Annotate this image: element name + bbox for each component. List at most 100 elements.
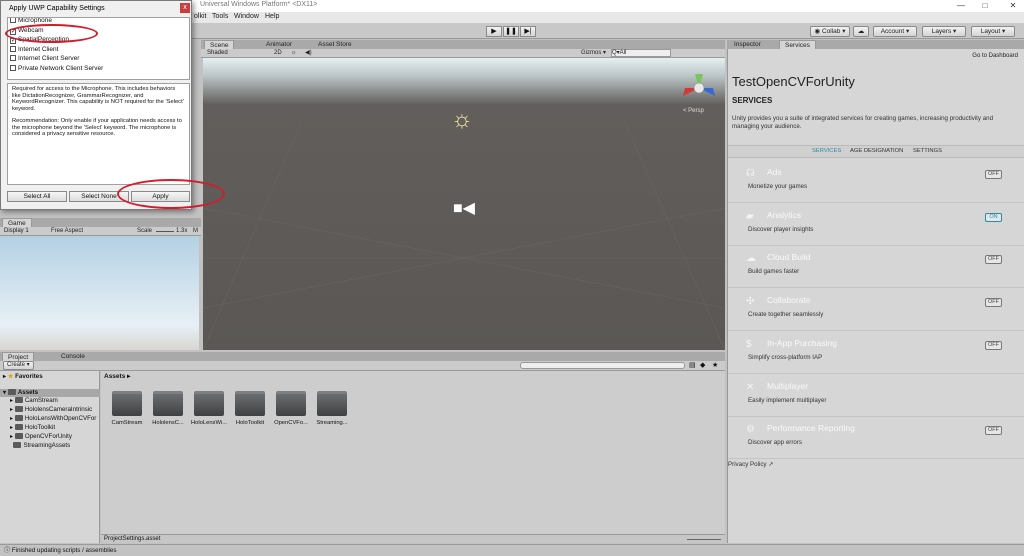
service-toggle[interactable]: OFF	[985, 170, 1002, 179]
asset-folder[interactable]: HoloLensWi...	[190, 391, 228, 426]
tab-game[interactable]: Game	[2, 218, 32, 227]
2d-toggle[interactable]: 2D	[274, 49, 282, 58]
capability-item[interactable]: Internet Client Server	[10, 54, 79, 63]
capability-label: Private Network Client Server	[18, 64, 104, 72]
service-row[interactable]: ☁ Cloud Build Build games faster OFF	[728, 246, 1024, 289]
tab-services[interactable]: Services	[779, 40, 816, 49]
favorites-item[interactable]: ▸ ★ Favorites	[3, 373, 43, 381]
display-dropdown[interactable]: Display 1	[4, 227, 29, 236]
game-viewport[interactable]	[0, 236, 199, 350]
tab-scene[interactable]: Scene	[204, 40, 235, 49]
service-description: Easily implement multiplayer	[748, 396, 827, 404]
scale-slider[interactable]	[156, 231, 174, 232]
aspect-dropdown[interactable]: Free Aspect	[51, 227, 83, 236]
label-icon[interactable]: ◆	[700, 361, 705, 369]
folder-icon	[13, 442, 22, 448]
service-row[interactable]: ⚙ Performance Reporting Discover app error…	[728, 417, 1024, 460]
service-icon: ✣	[746, 296, 755, 308]
service-toggle[interactable]: OFF	[985, 426, 1002, 436]
service-toggle[interactable]: ON	[985, 212, 1002, 222]
checkbox-icon[interactable]	[10, 45, 16, 52]
maximize-button[interactable]: □	[978, 0, 992, 12]
service-row[interactable]: ✕ Multiplayer Easily implement multiplayer	[728, 375, 1024, 417]
capability-item[interactable]: Internet Client	[10, 45, 58, 54]
checkbox-icon[interactable]	[10, 64, 16, 71]
minimize-button[interactable]: —	[954, 0, 968, 12]
tab-console[interactable]: Console	[56, 352, 90, 361]
service-description: Discover player insights	[748, 225, 814, 233]
asset-folder[interactable]: HololensC...	[149, 391, 187, 426]
icon-size-slider[interactable]	[687, 539, 721, 540]
directional-light-icon[interactable]: ☼	[451, 106, 473, 134]
maximize-on-play-toggle[interactable]: M	[193, 227, 198, 236]
step-button[interactable]: ▶|	[520, 26, 536, 37]
scene-viewport[interactable]: ☼ ■◀ < Persp	[203, 58, 725, 350]
assets-root-item[interactable]: ▾ Assets	[0, 389, 100, 397]
tab-asset-store[interactable]: Asset Store	[313, 40, 357, 49]
service-toggle[interactable]: OFF	[985, 298, 1002, 308]
asset-folder[interactable]: HoloToolkit	[231, 391, 269, 426]
nav-age-designation[interactable]: AGE DESIGNATION	[850, 146, 903, 157]
folder-icon	[7, 389, 16, 395]
service-row[interactable]: ▰ Analytics Discover player insights ON	[728, 204, 1024, 246]
menu-help[interactable]: Help	[265, 13, 279, 20]
dashboard-link[interactable]: Go to Dashboard	[972, 53, 1018, 59]
tree-item[interactable]: ▸ HoloToolkit	[10, 424, 55, 432]
menu-window[interactable]: Window	[234, 13, 259, 20]
tree-item[interactable]: ▸ CamStream	[10, 397, 58, 405]
tab-animator[interactable]: Animator	[261, 40, 297, 49]
filter-icon[interactable]: ▤	[689, 361, 696, 369]
tree-item[interactable]: ▸ OpenCVForUnity	[10, 433, 72, 441]
create-dropdown[interactable]: Create ▾	[3, 361, 34, 370]
layout-dropdown[interactable]: Layout ▾	[971, 26, 1015, 37]
tab-inspector[interactable]: Inspector	[729, 40, 766, 49]
checkbox-icon[interactable]	[10, 18, 16, 23]
tree-item[interactable]: ▸ HoloLensWithOpenCVFor	[10, 415, 96, 423]
nav-services[interactable]: SERVICES	[812, 146, 841, 157]
camera-icon[interactable]: ■◀	[453, 198, 475, 218]
persp-label[interactable]: < Persp	[683, 108, 704, 114]
close-window-button[interactable]: ✕	[1006, 0, 1020, 12]
account-dropdown[interactable]: Account ▾	[873, 26, 917, 37]
tree-label: HoloLensWithOpenCVFor	[24, 415, 97, 422]
project-search-input[interactable]	[520, 362, 685, 369]
dialog-close-button[interactable]: x	[180, 3, 190, 13]
tree-item[interactable]: ▸ HololensCameraIntrinsic	[10, 406, 92, 414]
asset-folder[interactable]: CamStream	[108, 391, 146, 426]
recommendation-text: Recommendation: Only enable if your appl…	[12, 118, 182, 137]
checkbox-icon[interactable]	[10, 55, 16, 61]
tab-project[interactable]: Project	[2, 352, 35, 361]
nav-settings[interactable]: SETTINGS	[913, 146, 942, 157]
service-row[interactable]: ✣ Collaborate Create together seamlessly OF…	[728, 289, 1024, 332]
assets-breadcrumb[interactable]: Assets ▸	[104, 372, 130, 380]
scene-search-input[interactable]: Q▾All	[611, 49, 671, 57]
orientation-gizmo-icon[interactable]	[679, 70, 719, 105]
gizmos-dropdown[interactable]: Gizmos ▾	[581, 49, 606, 58]
play-button[interactable]: ▶	[486, 26, 502, 37]
menu-tools[interactable]: Tools	[212, 13, 228, 20]
audio-toggle-icon[interactable]: ◀)	[305, 49, 312, 58]
project-title: TestOpenCVForUnity	[732, 74, 855, 89]
layers-dropdown[interactable]: Layers ▾	[922, 26, 966, 37]
light-toggle-icon[interactable]: ☼	[291, 49, 297, 58]
asset-folder[interactable]: OpenCVFo...	[272, 391, 310, 426]
collab-button[interactable]: ◉ Collab ▾	[810, 26, 850, 37]
privacy-policy-link[interactable]: Privacy Policy ↗	[728, 461, 773, 468]
asset-folder[interactable]: Streaming...	[313, 391, 351, 426]
cloud-icon[interactable]: ☁	[853, 26, 869, 37]
capability-item[interactable]: Private Network Client Server	[10, 64, 103, 73]
project-footer: ProjectSettings.asset	[101, 534, 725, 543]
favorites-label: Favorites	[15, 373, 43, 380]
shading-dropdown[interactable]: Shaded	[207, 49, 228, 58]
service-row[interactable]: $ In-App Purchasing Simplify cross-platfor…	[728, 332, 1024, 374]
service-row[interactable]: ☊ Ads Monetize your games OFF	[728, 161, 1024, 203]
pause-button[interactable]: ❚❚	[503, 26, 519, 37]
tree-item[interactable]: StreamingAssets	[10, 442, 70, 450]
capability-label: Internet Client	[18, 45, 59, 53]
service-toggle[interactable]: OFF	[985, 340, 1002, 350]
service-toggle[interactable]: OFF	[985, 255, 1002, 265]
folder-icon	[194, 391, 224, 416]
menu-holotoolkit[interactable]: olkit	[194, 13, 206, 20]
star-icon[interactable]: ★	[712, 361, 718, 369]
select-all-button[interactable]: Select All	[7, 191, 67, 202]
